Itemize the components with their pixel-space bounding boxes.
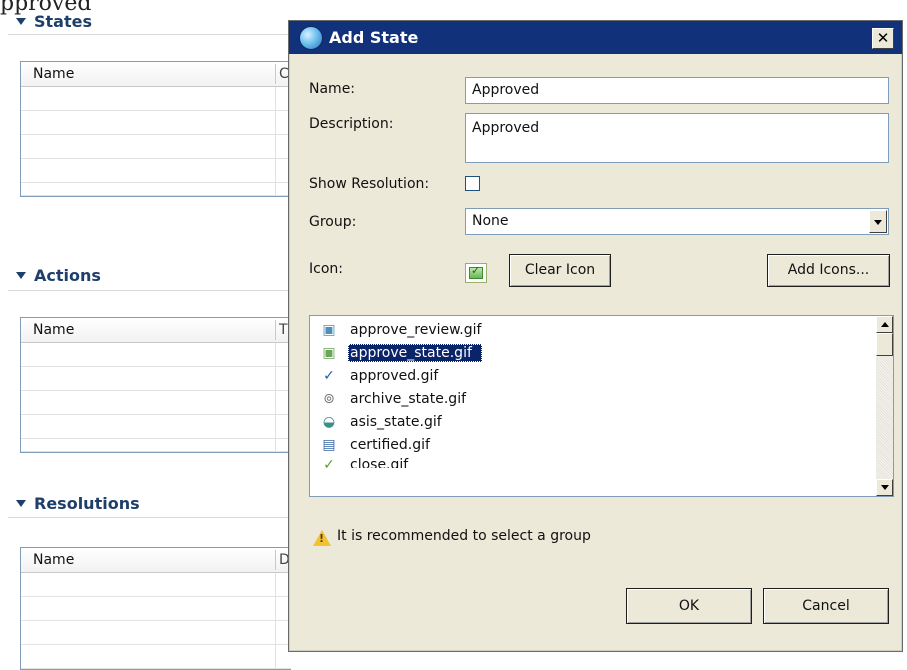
table-row[interactable] (21, 367, 291, 391)
name-field[interactable]: Approved (465, 77, 889, 104)
actions-section-title: Actions (34, 265, 101, 285)
list-item[interactable]: ✓ approved.gif (310, 364, 893, 387)
name-label: Name: (309, 81, 356, 97)
section-divider (8, 290, 288, 291)
resolutions-table[interactable]: Name D (20, 547, 291, 670)
resolutions-table-header[interactable]: Name D (21, 548, 291, 573)
table-row[interactable] (21, 391, 291, 415)
group-select-value: None (472, 213, 509, 229)
states-table-header[interactable]: Name C (21, 62, 291, 87)
checkmark-icon: ✓ (323, 367, 335, 384)
asis-icon: ◒ (322, 413, 336, 430)
warning-message: It is recommended to select a group (337, 528, 591, 544)
scrollbar-thumb[interactable] (876, 333, 893, 356)
column-header-name[interactable]: Name (33, 552, 74, 568)
scroll-down-icon[interactable] (876, 479, 893, 496)
states-table[interactable]: Name C (20, 61, 291, 197)
collapse-triangle-icon[interactable] (16, 17, 26, 25)
table-row[interactable] (21, 87, 291, 111)
add-icons-button[interactable]: Add Icons... (767, 254, 890, 287)
table-row[interactable] (21, 439, 291, 452)
cancel-button[interactable]: Cancel (763, 588, 889, 624)
list-item[interactable]: ⊚ archive_state.gif (310, 387, 893, 410)
column-header-stub[interactable]: T (279, 322, 288, 338)
dialog-title: Add State (329, 28, 419, 47)
warning-icon: ! (313, 530, 331, 546)
state-icon: ▣ (322, 344, 336, 361)
description-label: Description: (309, 116, 394, 132)
list-item-label: close.gif (350, 457, 409, 468)
globe-icon (299, 25, 323, 50)
column-separator[interactable] (275, 64, 276, 84)
section-divider (8, 517, 288, 518)
actions-section-header[interactable]: Actions (8, 262, 280, 288)
dialog-titlebar[interactable]: Add State ✕ (289, 21, 902, 54)
list-item-label: asis_state.gif (350, 413, 442, 430)
certified-icon: ▤ (322, 436, 336, 453)
close-button[interactable]: ✕ (872, 28, 894, 49)
vertical-scrollbar[interactable] (876, 316, 893, 496)
review-icon: ▣ (322, 321, 336, 338)
table-row[interactable] (21, 415, 291, 439)
resolutions-section-title: Resolutions (34, 493, 140, 513)
add-state-dialog: Add State ✕ Name: Approved Description: … (288, 20, 903, 652)
ok-button[interactable]: OK (626, 588, 752, 624)
collapse-triangle-icon[interactable] (16, 499, 26, 507)
close-icon: ✓ (323, 457, 335, 468)
list-item[interactable]: ◒ asis_state.gif (310, 410, 893, 433)
table-row[interactable] (21, 135, 291, 159)
list-item[interactable]: ▤ certified.gif (310, 433, 893, 456)
group-select[interactable]: None (465, 208, 889, 235)
states-section-title: States (34, 11, 92, 31)
column-header-name[interactable]: Name (33, 66, 74, 82)
list-item-label: approve_state.gif (348, 343, 482, 362)
show-resolution-checkbox[interactable] (465, 176, 480, 191)
table-row[interactable] (21, 645, 291, 669)
table-row[interactable] (21, 159, 291, 183)
column-header-name[interactable]: Name (33, 322, 74, 338)
list-item[interactable]: ✓ close.gif (310, 456, 893, 468)
list-item-selected[interactable]: ▣ approve_state.gif (310, 341, 893, 364)
clear-icon-button[interactable]: Clear Icon (509, 254, 611, 287)
list-item-label: approved.gif (350, 367, 439, 384)
chevron-down-icon[interactable] (869, 210, 887, 233)
group-label: Group: (309, 214, 357, 230)
show-resolution-label: Show Resolution: (309, 176, 430, 192)
archive-icon: ⊚ (323, 390, 335, 407)
section-divider (8, 34, 288, 35)
column-separator[interactable] (275, 320, 276, 340)
table-row[interactable] (21, 343, 291, 367)
table-row[interactable] (21, 111, 291, 135)
icon-label: Icon: (309, 261, 343, 277)
actions-table-header[interactable]: Name T (21, 318, 291, 343)
table-row[interactable] (21, 183, 291, 196)
list-item-label: approve_review.gif (350, 321, 482, 338)
scroll-up-icon[interactable] (876, 316, 893, 333)
actions-table[interactable]: Name T (20, 317, 291, 453)
selected-state-icon (465, 263, 487, 283)
resolutions-section-header[interactable]: Resolutions (8, 490, 280, 516)
list-item[interactable]: ▣ approve_review.gif (310, 318, 893, 341)
table-row[interactable] (21, 621, 291, 645)
icon-listbox[interactable]: ▣ approve_review.gif ▣ approve_state.gif… (309, 315, 894, 497)
list-item-label: certified.gif (350, 436, 430, 453)
table-row[interactable] (21, 597, 291, 621)
collapse-triangle-icon[interactable] (16, 271, 26, 279)
description-field[interactable]: Approved (465, 113, 889, 163)
list-item-label: archive_state.gif (350, 390, 467, 407)
states-section-header[interactable]: States (8, 8, 280, 34)
table-row[interactable] (21, 573, 291, 597)
column-separator[interactable] (275, 550, 276, 570)
